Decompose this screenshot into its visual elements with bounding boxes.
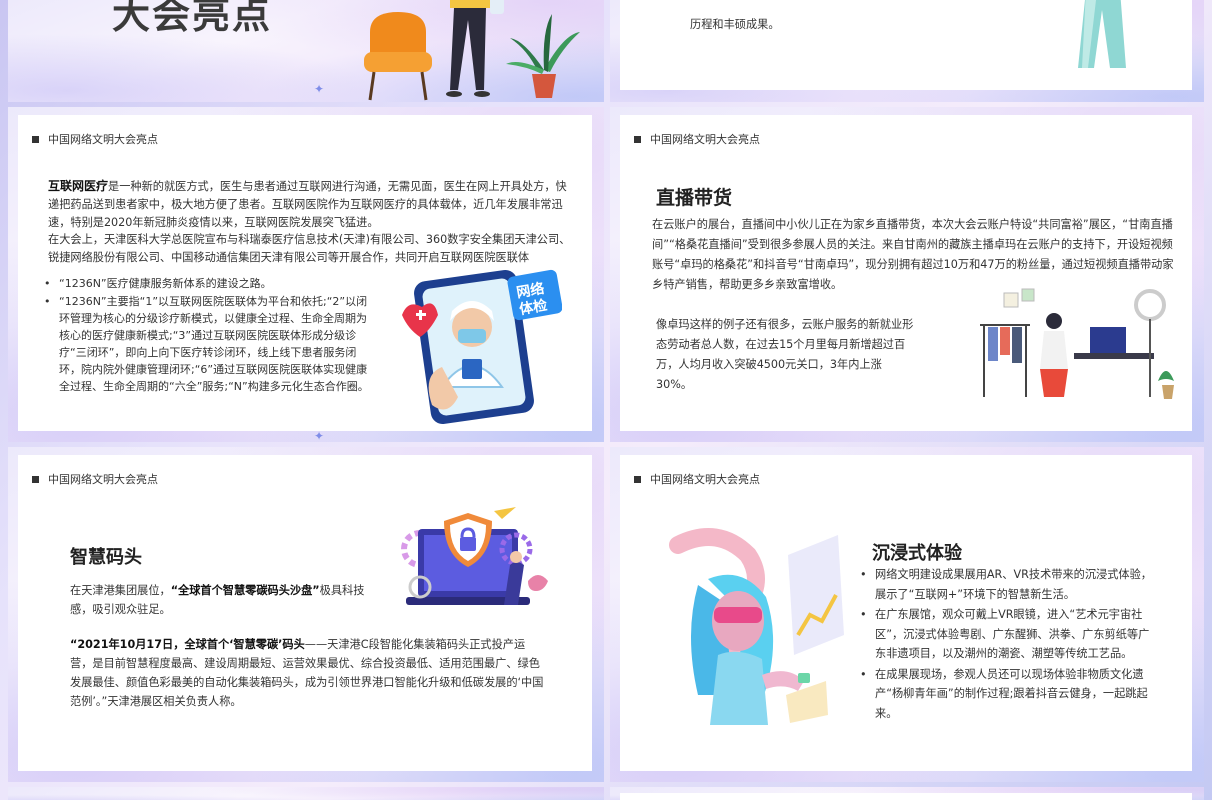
slide-internet-medical: 中国网络文明大会亮点 互联网医疗是一种新的就医方式，医生与患者通过互联网进行沟通…: [8, 107, 604, 442]
slide-immersive-experience: 中国网络文明大会亮点 沉浸式体验 网络文明建设成果展用AR、VR技术带来的沉浸式…: [610, 447, 1204, 782]
port-quote: “2021年10月17日，全球首个‘智慧零碳’码头——天津港C段智能化集装箱码头…: [70, 638, 544, 708]
bullet-item: 网络文明建设成果展用AR、VR技术带来的沉浸式体验，展示了“互联网+”环境下的智…: [858, 565, 1158, 604]
section-title: 智慧码头: [70, 547, 142, 568]
bullet-item: “1236N”医疗健康服务新体系的建设之路。: [42, 275, 372, 292]
checkup-badge: 网络体检: [515, 280, 549, 319]
intro-paragraph: 互联网医疗是一种新的就医方式，医生与患者通过互联网进行沟通，无需见面，医生在网上…: [48, 177, 568, 232]
card-header: 中国网络文明大会亮点: [32, 471, 158, 487]
figure-illustration: [1078, 0, 1126, 68]
bullet-square-icon: [32, 135, 39, 143]
card-header-text: 中国网络文明大会亮点: [48, 473, 158, 486]
section-title: 沉浸式体验: [872, 543, 962, 564]
card-header-text: 中国网络文明大会亮点: [48, 133, 158, 146]
section-title: 直播带货: [656, 187, 733, 209]
bullet-square-icon: [32, 475, 39, 483]
port-intro: 在天津港集团展位，“全球首个智慧零碳码头沙盘”极具科技感，吸引观众驻足。: [70, 584, 365, 616]
content-card: [620, 793, 1192, 800]
slide-bottom-left: [8, 787, 604, 800]
slide-top-right: 历程和丰硕成果。: [610, 0, 1204, 102]
card-header-text: 中国网络文明大会亮点: [650, 473, 760, 486]
live-studio-illustration: [980, 288, 1174, 399]
content-card: 历程和丰硕成果。: [620, 0, 1192, 90]
content-card: 中国网络文明大会亮点 互联网医疗是一种新的就医方式，医生与患者通过互联网进行沟通…: [18, 115, 592, 431]
card-header-text: 中国网络文明大会亮点: [650, 133, 760, 146]
card-header: 中国网络文明大会亮点: [634, 471, 760, 487]
bullet-item: 在广东展馆，观众可戴上VR眼镜，进入“艺术元宇宙社区”，沉浸式体验粤剧、广东醒狮…: [858, 605, 1158, 664]
intro-text: 是一种新的就医方式，医生与患者通过互联网进行沟通，无需见面，医生在网上开具处方，…: [48, 180, 567, 229]
cyber-security-illustration: [401, 507, 548, 605]
content-card: 中国网络文明大会亮点 直播带货 在云账户的展台，直播间中小伙儿正在为家乡直播带货…: [620, 115, 1192, 431]
immersive-bullets: 网络文明建设成果展用AR、VR技术带来的沉浸式体验，展示了“互联网+”环境下的智…: [858, 565, 1158, 724]
slide-smart-port: 中国网络文明大会亮点 智慧码头 在天津港集团展位，“全球首个智慧零碳码头沙盘”极…: [8, 447, 604, 782]
vr-experience-illustration: [669, 528, 844, 725]
content-card: 中国网络文明大会亮点 智慧码头 在天津港集团展位，“全球首个智慧零碳码头沙盘”极…: [18, 455, 592, 771]
employment-paragraph: 像卓玛这样的例子还有很多，云账户服务的新就业形态劳动者总人数，在过去15个月里每…: [656, 318, 914, 391]
bullet-item: “1236N”主要指“1”以互联网医院医联体为平台和依托;“2”以闭环管理为核心…: [42, 293, 372, 395]
model-bullets: “1236N”医疗健康服务新体系的建设之路。 “1236N”主要指“1”以互联网…: [42, 275, 372, 396]
chair-illustration: [364, 12, 432, 101]
sparkle-icon: ✦: [314, 82, 325, 96]
plant-illustration: [506, 14, 580, 98]
content-card: 中国网络文明大会亮点 沉浸式体验 网络文明建设成果展用AR、VR技术带来的沉浸式…: [620, 455, 1192, 771]
card-header: 中国网络文明大会亮点: [32, 131, 158, 147]
bullet-square-icon: [634, 475, 641, 483]
bullet-item: 在成果展现场，参观人员还可以现场体验非物质文化遗产“杨柳青年画”的制作过程;跟着…: [858, 665, 1158, 724]
live-paragraph: 在云账户的展台，直播间中小伙儿正在为家乡直播带货，本次大会云账户特设“共同富裕”…: [652, 218, 1174, 291]
sparkle-icon: ✦: [314, 429, 325, 442]
person-illustration: [446, 0, 504, 97]
card-header: 中国网络文明大会亮点: [634, 131, 760, 147]
slide-live-commerce: 中国网络文明大会亮点 直播带货 在云账户的展台，直播间中小伙儿正在为家乡直播带货…: [610, 107, 1204, 442]
intro-keyword: 互联网医疗: [48, 179, 109, 193]
bullet-square-icon: [634, 135, 641, 143]
slide-title: 大会亮点: [112, 0, 273, 37]
slide-highlights-cover: 大会亮点 ✦: [8, 0, 604, 102]
cooperation-paragraph: 在大会上，天津医科大学总医院宣布与科瑞泰医疗信息技术(天津)有限公司、360数字…: [48, 233, 571, 264]
slide-bottom-right: [610, 787, 1204, 800]
card-text: 历程和丰硕成果。: [690, 18, 780, 31]
